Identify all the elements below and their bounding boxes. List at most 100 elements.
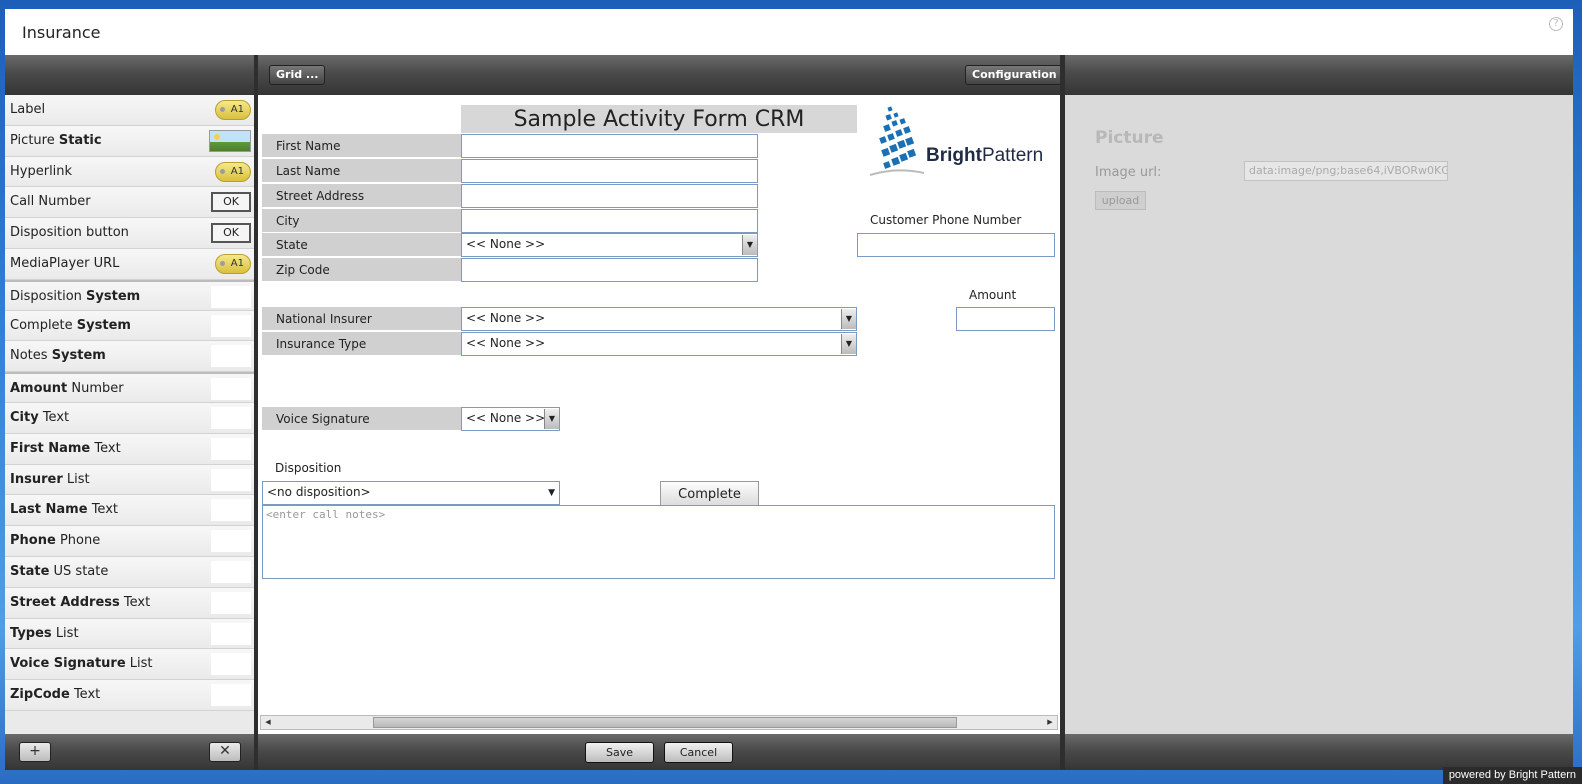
form-canvas-panel: Grid ... Configuration Sample Activity F… <box>258 55 1064 770</box>
field-item[interactable]: Amount Number <box>5 372 254 403</box>
national-insurer-value: << None >> <box>466 311 546 325</box>
control-item[interactable]: Disposition button OK <box>5 218 254 249</box>
amount-label[interactable]: Amount <box>969 288 1016 302</box>
upload-button[interactable]: upload <box>1095 191 1146 210</box>
street-address-input[interactable] <box>461 184 758 208</box>
field-item-label: ZipCode Text <box>10 687 101 703</box>
controls-panel-footer: + ✕ <box>5 734 254 770</box>
button-icon: OK <box>211 223 251 244</box>
button-icon: OK <box>211 192 251 213</box>
canvas-footer: Save Cancel <box>258 734 1060 770</box>
field-item-label: Types List <box>10 625 79 641</box>
field-item[interactable]: Street Address Text <box>5 587 254 619</box>
city-input[interactable] <box>461 209 758 233</box>
state-select[interactable]: << None >> ▼ <box>461 233 758 257</box>
control-item[interactable]: Hyperlink A1 <box>5 156 254 188</box>
properties-header <box>1065 55 1573 95</box>
insurance-type-select[interactable]: << None >> ▼ <box>461 332 857 356</box>
image-url-label: Image url: <box>1095 165 1162 180</box>
field-item-label: First Name Text <box>10 440 121 456</box>
last-name-label[interactable]: Last Name <box>262 159 461 183</box>
state-label[interactable]: State <box>262 233 461 257</box>
first-name-input[interactable] <box>461 134 758 158</box>
field-preview <box>211 560 251 583</box>
field-item[interactable]: ZipCode Text <box>5 680 254 711</box>
text-tag-icon: A1 <box>215 100 251 120</box>
scroll-right-icon[interactable]: ▶ <box>1044 717 1056 728</box>
form-title[interactable]: Sample Activity Form CRM <box>461 105 857 133</box>
state-select-value: << None >> <box>466 237 546 251</box>
field-item[interactable]: First Name Text <box>5 433 254 465</box>
field-item[interactable]: Last Name Text <box>5 495 254 527</box>
field-item[interactable]: Insurer List <box>5 464 254 496</box>
save-button[interactable]: Save <box>585 742 654 763</box>
scrollbar-thumb[interactable] <box>373 717 957 728</box>
control-item[interactable]: Call Number OK <box>5 187 254 219</box>
insurance-type-label[interactable]: Insurance Type <box>262 332 461 356</box>
field-item[interactable]: Types List <box>5 618 254 650</box>
voice-signature-select[interactable]: << None >> ▼ <box>461 407 560 431</box>
control-item[interactable]: Picture Static <box>5 125 254 157</box>
field-item-label: Disposition System <box>10 288 141 304</box>
control-item[interactable]: Label A1 <box>5 95 254 126</box>
field-item[interactable]: Voice Signature List <box>5 649 254 681</box>
street-address-label[interactable]: Street Address <box>262 184 461 208</box>
customer-phone-label[interactable]: Customer Phone Number <box>870 213 1021 227</box>
remove-field-button[interactable]: ✕ <box>209 742 241 762</box>
scroll-left-icon[interactable]: ◀ <box>262 717 274 728</box>
voice-signature-label[interactable]: Voice Signature <box>262 407 461 431</box>
field-item-label: State US state <box>10 563 109 579</box>
field-item[interactable]: Notes System <box>5 341 254 373</box>
disposition-select-value: <no disposition> <box>267 485 371 499</box>
field-preview <box>211 437 251 460</box>
zip-code-input[interactable] <box>461 258 758 282</box>
city-label[interactable]: City <box>262 209 461 233</box>
field-item[interactable]: City Text <box>5 402 254 434</box>
disposition-select[interactable]: <no disposition> ▼ <box>262 481 560 505</box>
field-item[interactable]: State US state <box>5 556 254 588</box>
brightpattern-logo[interactable]: BrightPattern <box>866 105 1056 185</box>
field-item-label: Amount Number <box>10 381 124 397</box>
control-item-label: Label <box>10 102 46 117</box>
help-icon[interactable]: ? <box>1549 17 1563 31</box>
text-tag-icon: A1 <box>215 253 251 274</box>
complete-button[interactable]: Complete <box>660 481 759 506</box>
field-item-label: Complete System <box>10 317 131 333</box>
cancel-button[interactable]: Cancel <box>664 742 733 763</box>
first-name-label[interactable]: First Name <box>262 134 461 158</box>
national-insurer-select[interactable]: << None >> ▼ <box>461 307 857 331</box>
control-item[interactable]: MediaPlayer URL A1 <box>5 248 254 280</box>
title-bar: Insurance ? <box>5 9 1573 55</box>
control-item-label: Call Number <box>10 194 91 210</box>
zip-code-label[interactable]: Zip Code <box>262 258 461 282</box>
field-preview <box>211 378 251 401</box>
field-preview <box>211 591 251 614</box>
field-item[interactable]: Complete System <box>5 310 254 342</box>
form-canvas: Sample Activity Form CRM First Name Last… <box>258 95 1060 730</box>
properties-panel: Picture Image url: data:image/png;base64… <box>1065 55 1573 770</box>
field-preview <box>211 285 251 308</box>
national-insurer-label[interactable]: National Insurer <box>262 307 461 331</box>
chevron-down-icon: ▼ <box>841 309 856 329</box>
disposition-label[interactable]: Disposition <box>275 461 341 475</box>
logo-text: BrightPattern <box>926 145 1044 166</box>
control-item-label: Hyperlink <box>10 163 73 179</box>
customer-phone-input[interactable] <box>857 233 1055 257</box>
image-url-input[interactable]: data:image/png;base64,iVBORw0KGgoAAAANSU… <box>1244 161 1448 181</box>
amount-input[interactable] <box>956 307 1055 331</box>
field-item[interactable]: Phone Phone <box>5 526 254 557</box>
sun-icon <box>214 133 220 140</box>
horizontal-scrollbar[interactable]: ◀ ▶ <box>260 715 1058 730</box>
call-notes-textarea[interactable]: <enter call notes> <box>262 505 1055 579</box>
field-item-label: Street Address Text <box>10 594 151 610</box>
chevron-down-icon: ▼ <box>742 235 757 255</box>
grid-button[interactable]: Grid ... <box>269 65 326 85</box>
field-item[interactable]: Disposition System <box>5 279 254 311</box>
configuration-button[interactable]: Configuration <box>965 65 1064 85</box>
controls-list: Label A1 Picture Static Hyperlink A1 Call Num… <box>5 95 254 711</box>
field-item-label: Insurer List <box>10 471 90 487</box>
last-name-input[interactable] <box>461 159 758 183</box>
add-field-button[interactable]: + <box>19 742 51 762</box>
field-item-label: Phone Phone <box>10 533 101 549</box>
logo-mark-icon <box>869 106 925 176</box>
